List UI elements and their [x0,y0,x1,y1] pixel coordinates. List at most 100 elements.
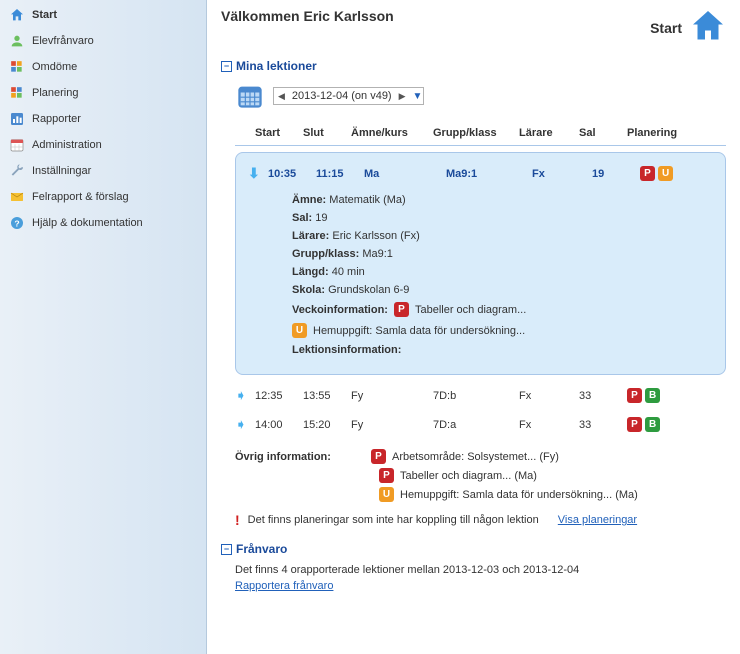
sidebar-item-felrapport[interactable]: Felrapport & förslag [0,184,206,210]
cell-amne: Fy [351,419,433,431]
section-title: Frånvaro [236,542,287,556]
collapse-arrow-icon[interactable]: ⬇ [248,165,268,182]
cell-slut: 11:15 [316,168,364,180]
col-slut: Slut [303,127,351,139]
ovrig-label: Övrig information: [235,451,365,463]
col-grupp: Grupp/klass [433,127,519,139]
cell-amne: Fy [351,390,433,402]
lesson-details: Ämne: Matematik (Ma) Sal: 19 Lärare: Eri… [292,194,713,356]
p-badge-icon: P [640,166,655,181]
col-larare: Lärare [519,127,579,139]
sidebar-item-label: Rapporter [32,113,81,125]
sidebar-item-elevfranvaro[interactable]: Elevfrånvaro [0,28,206,54]
wrench-icon [8,162,26,180]
cell-slut: 15:20 [303,419,351,431]
u-badge-icon: U [292,323,307,338]
p-badge-icon: P [379,468,394,483]
collapse-toggle-lessons[interactable]: − [221,61,232,72]
p-badge-icon: P [627,417,642,432]
sidebar-item-label: Planering [32,87,78,99]
expand-arrow-icon[interactable]: ➧ [235,416,255,433]
detail-skola-label: Skola: [292,284,325,296]
sidebar-item-start[interactable]: Start [0,2,206,28]
cell-planering: P B [627,417,726,432]
u-badge-icon: U [379,487,394,502]
main-content: Välkommen Eric Karlsson Start − Mina lek… [207,0,740,654]
ovrig-info: Övrig information: P Arbetsområde: Solsy… [235,449,726,502]
date-picker[interactable]: ◀ 2013-12-04 (on v49) ▶ ▼ [273,87,424,105]
detail-larare-label: Lärare: [292,230,329,242]
section-title: Mina lektioner [236,59,317,73]
lesson-row[interactable]: ➧ 12:35 13:55 Fy 7D:b Fx 33 P B [235,381,726,410]
show-plannings-link[interactable]: Visa planeringar [558,514,637,526]
detail-amne-val: Matematik (Ma) [329,194,405,206]
lesson-row-expanded[interactable]: ⬇ 10:35 11:15 Ma Ma9:1 Fx 19 P U Ämne: M… [235,152,726,375]
sidebar-item-label: Start [32,9,57,21]
detail-lektinfo-label: Lektionsinformation: [292,344,401,356]
p-badge-icon: P [371,449,386,464]
ovrig-text: Arbetsområde: Solsystemet... (Fy) [392,451,559,463]
detail-langd-val: 40 min [332,266,365,278]
user-icon [8,32,26,50]
franvaro-block: Det finns 4 orapporterade lektioner mell… [235,564,726,592]
date-value: 2013-12-04 (on v49) [288,89,396,103]
sidebar-item-installningar[interactable]: Inställningar [0,158,206,184]
cell-larare: Fx [532,168,592,180]
cell-grupp: 7D:b [433,390,519,402]
start-label: Start [650,20,682,36]
sidebar: Start Elevfrånvaro Omdöme Planering Rapp… [0,0,207,654]
ovrig-text: Hemuppgift: Samla data för undersökning.… [400,489,638,501]
warning-row: ! Det finns planeringar som inte har kop… [235,512,726,528]
help-icon: ? [8,214,26,232]
sidebar-item-planering[interactable]: Planering [0,80,206,106]
sidebar-item-omdome[interactable]: Omdöme [0,54,206,80]
cell-grupp: Ma9:1 [446,168,532,180]
svg-text:?: ? [14,218,19,228]
detail-sal-label: Sal: [292,212,312,224]
detail-skola-val: Grundskolan 6-9 [328,284,409,296]
col-amne: Ämne/kurs [351,127,433,139]
sidebar-item-label: Hjälp & dokumentation [32,217,143,229]
calendar-button[interactable] [235,81,265,111]
franvaro-text: Det finns 4 orapporterade lektioner mell… [235,564,726,576]
col-sal: Sal [579,127,627,139]
p-badge-icon: P [627,388,642,403]
cell-planering: P U [640,166,713,181]
collapse-toggle-absence[interactable]: − [221,544,232,555]
cell-sal: 33 [579,390,627,402]
cell-larare: Fx [519,419,579,431]
b-badge-icon: B [645,388,660,403]
sidebar-item-label: Administration [32,139,102,151]
cell-sal: 19 [592,168,640,180]
date-next-icon[interactable]: ▶ [396,91,409,102]
cell-planering: P B [627,388,726,403]
u-badge-icon: U [658,166,673,181]
cell-grupp: 7D:a [433,419,519,431]
sidebar-item-rapporter[interactable]: Rapporter [0,106,206,132]
warning-icon: ! [235,512,240,528]
report-icon [8,110,26,128]
section-head-absence: − Frånvaro [221,542,726,556]
calendar-icon [8,136,26,154]
sidebar-item-administration[interactable]: Administration [0,132,206,158]
welcome-title: Välkommen Eric Karlsson [221,8,394,24]
table-header-row: Start Slut Ämne/kurs Grupp/klass Lärare … [235,123,726,146]
sidebar-item-label: Omdöme [32,61,77,73]
date-dropdown-icon[interactable]: ▼ [409,91,423,102]
sidebar-item-label: Felrapport & förslag [32,191,129,203]
home-big-icon[interactable] [690,8,726,47]
detail-langd-label: Längd: [292,266,329,278]
p-badge-icon: P [394,302,409,317]
cell-slut: 13:55 [303,390,351,402]
veck-p-text: Tabeller och diagram... [415,304,526,316]
b-badge-icon: B [645,417,660,432]
expand-arrow-icon[interactable]: ➧ [235,387,255,404]
detail-larare-val: Eric Karlsson (Fx) [332,230,419,242]
col-start: Start [255,127,303,139]
date-prev-icon[interactable]: ◀ [275,91,288,102]
report-absence-link[interactable]: Rapportera frånvaro [235,580,333,592]
lesson-row[interactable]: ➧ 14:00 15:20 Fy 7D:a Fx 33 P B [235,410,726,439]
planning-icon [8,84,26,102]
sidebar-item-hjalp[interactable]: ? Hjälp & dokumentation [0,210,206,236]
cell-start: 14:00 [255,419,303,431]
